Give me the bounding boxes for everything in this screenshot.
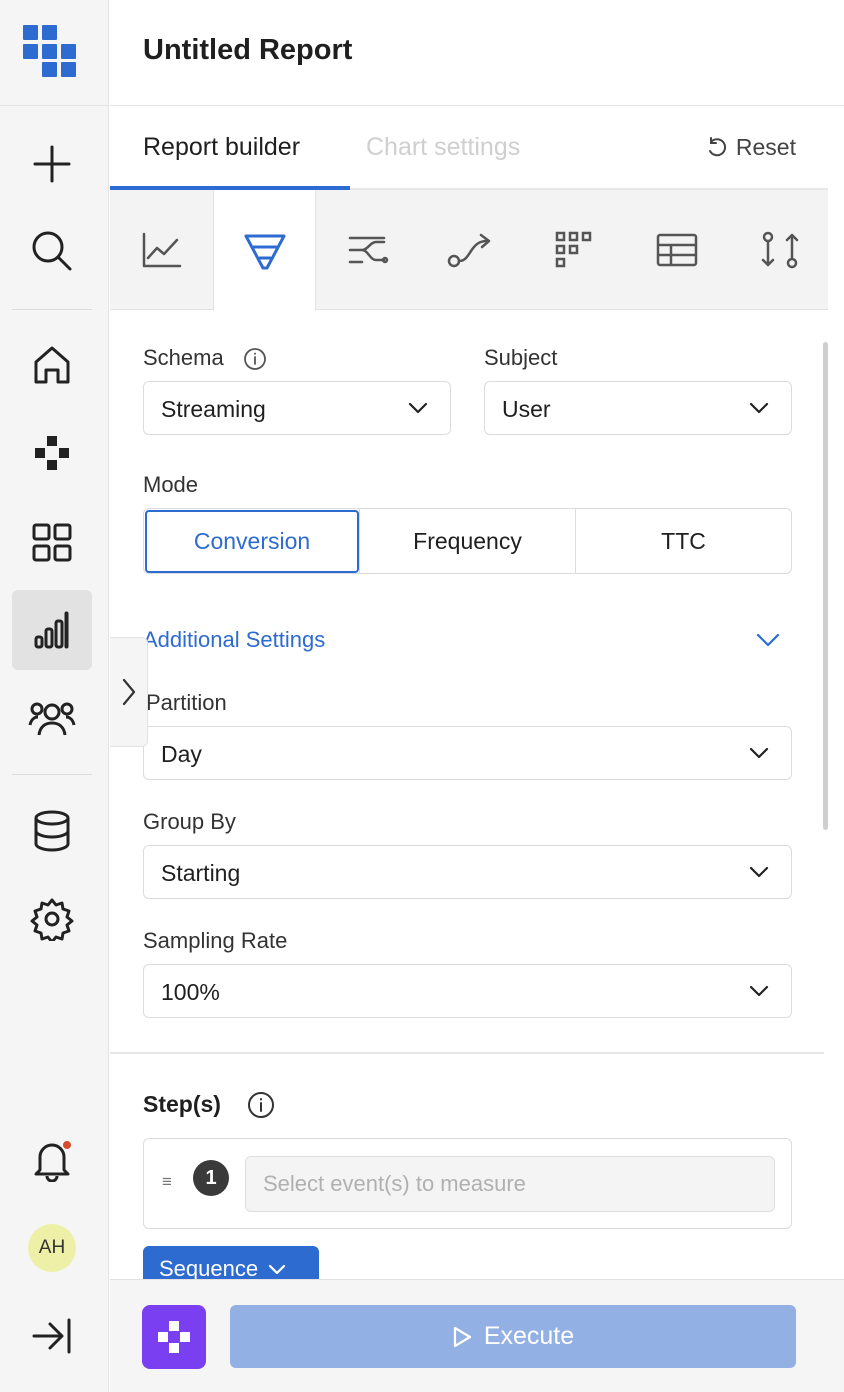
table-icon	[656, 233, 697, 267]
notifications-button[interactable]	[12, 1120, 92, 1200]
expand-sidebar-button[interactable]	[12, 1296, 92, 1376]
partition-value: Day	[161, 741, 202, 767]
info-icon[interactable]	[247, 1091, 275, 1119]
additional-settings-toggle[interactable]: Additional Settings	[143, 627, 325, 653]
report-type-compare[interactable]	[728, 190, 831, 310]
create-button[interactable]	[12, 124, 92, 204]
assistant-button[interactable]	[142, 1305, 206, 1369]
reset-label: Reset	[735, 134, 796, 160]
events-button[interactable]	[12, 414, 92, 494]
subject-label: Subject	[484, 345, 558, 370]
home-icon	[34, 346, 70, 384]
expand-panel-handle[interactable]	[110, 637, 148, 747]
reports-button[interactable]	[12, 590, 92, 670]
cluster-icon	[35, 436, 69, 470]
event-select-input[interactable]: Select event(s) to measure	[245, 1156, 775, 1212]
tab-report-builder[interactable]: Report builder	[143, 133, 300, 162]
play-icon	[453, 1326, 471, 1347]
mode-option-ttc[interactable]: TTC	[576, 509, 791, 573]
rail-divider	[12, 309, 92, 310]
step-row: ≡ 1 Select event(s) to measure	[143, 1138, 792, 1229]
group-by-select[interactable]: Starting	[143, 845, 792, 899]
logo-icon	[23, 25, 76, 77]
undo-icon	[708, 136, 726, 156]
reset-button[interactable]: Reset	[706, 134, 796, 161]
sampling-rate-select[interactable]: 100%	[143, 964, 792, 1018]
report-type-flows[interactable]	[316, 190, 419, 310]
chevron-right-icon	[122, 678, 135, 706]
report-type-table[interactable]	[625, 190, 728, 310]
cluster-icon	[158, 1321, 190, 1353]
mode-segmented-control: Conversion Frequency TTC	[143, 508, 792, 574]
action-footer: Execute	[110, 1279, 844, 1392]
gear-icon	[30, 898, 74, 941]
steps-heading: Step(s)	[143, 1091, 274, 1118]
mode-option-frequency[interactable]: Frequency	[360, 509, 575, 573]
info-icon[interactable]	[243, 347, 267, 371]
compare-icon	[761, 231, 798, 269]
collapse-arrow-icon	[32, 1318, 71, 1354]
chevron-down-icon	[268, 1264, 286, 1275]
journey-icon	[447, 233, 490, 268]
database-icon	[34, 810, 70, 852]
group-by-label: Group By	[143, 809, 236, 834]
report-type-retention[interactable]	[522, 190, 625, 310]
line-chart-icon	[142, 232, 181, 268]
subject-select[interactable]: User	[484, 381, 792, 435]
bar-chart-icon	[34, 611, 69, 649]
report-type-bar	[110, 190, 831, 311]
report-type-insights[interactable]	[110, 190, 213, 310]
cohorts-button[interactable]	[12, 678, 92, 758]
dashboards-button[interactable]	[12, 502, 92, 582]
chevron-down-icon	[749, 985, 769, 997]
partition-select[interactable]: Day	[143, 726, 792, 780]
flows-icon	[348, 236, 388, 264]
grid-icon	[32, 523, 72, 562]
data-button[interactable]	[12, 791, 92, 871]
panel-scrollbar[interactable]	[823, 342, 828, 830]
plus-icon	[33, 145, 71, 183]
schema-label: Schema	[143, 345, 266, 371]
group-by-value: Starting	[161, 860, 241, 886]
users-icon	[28, 702, 76, 736]
report-header: Untitled Report	[110, 0, 844, 106]
search-button[interactable]	[12, 211, 92, 291]
chevron-down-icon	[749, 402, 769, 414]
app-logo[interactable]	[0, 0, 109, 106]
execute-label: Execute	[483, 1322, 575, 1350]
left-nav-rail: AH	[0, 0, 109, 1392]
search-icon	[32, 231, 72, 271]
chevron-down-icon	[749, 866, 769, 878]
settings-button[interactable]	[12, 879, 92, 959]
subject-value: User	[502, 396, 551, 422]
notification-badge	[62, 1140, 72, 1150]
chevron-down-icon	[408, 402, 428, 414]
retention-icon	[555, 231, 591, 268]
execute-button[interactable]: Execute	[230, 1305, 796, 1368]
sampling-rate-label: Sampling Rate	[143, 928, 288, 953]
rail-divider	[12, 774, 92, 775]
schema-value: Streaming	[161, 396, 266, 422]
report-title[interactable]: Untitled Report	[143, 34, 352, 67]
drag-handle-icon[interactable]: ≡	[162, 1173, 172, 1190]
home-button[interactable]	[12, 325, 92, 405]
funnel-icon	[244, 234, 285, 269]
tab-chart-settings[interactable]: Chart settings	[366, 133, 520, 162]
schema-label-text: Schema	[143, 345, 224, 370]
report-type-journey[interactable]	[419, 190, 522, 310]
partition-label: Partition	[146, 690, 227, 715]
section-divider	[110, 1052, 824, 1054]
sampling-rate-value: 100%	[161, 979, 220, 1005]
steps-title-text: Step(s)	[143, 1091, 221, 1117]
chevron-down-icon[interactable]	[756, 632, 780, 648]
report-type-funnel[interactable]	[213, 190, 316, 311]
builder-tabs: Report builder Chart settings Reset	[110, 107, 828, 190]
schema-select[interactable]: Streaming	[143, 381, 451, 435]
user-avatar[interactable]: AH	[28, 1224, 76, 1272]
mode-option-conversion[interactable]: Conversion	[145, 510, 359, 573]
mode-label: Mode	[143, 472, 199, 497]
chevron-down-icon	[749, 747, 769, 759]
step-number-badge: 1	[193, 1160, 229, 1196]
